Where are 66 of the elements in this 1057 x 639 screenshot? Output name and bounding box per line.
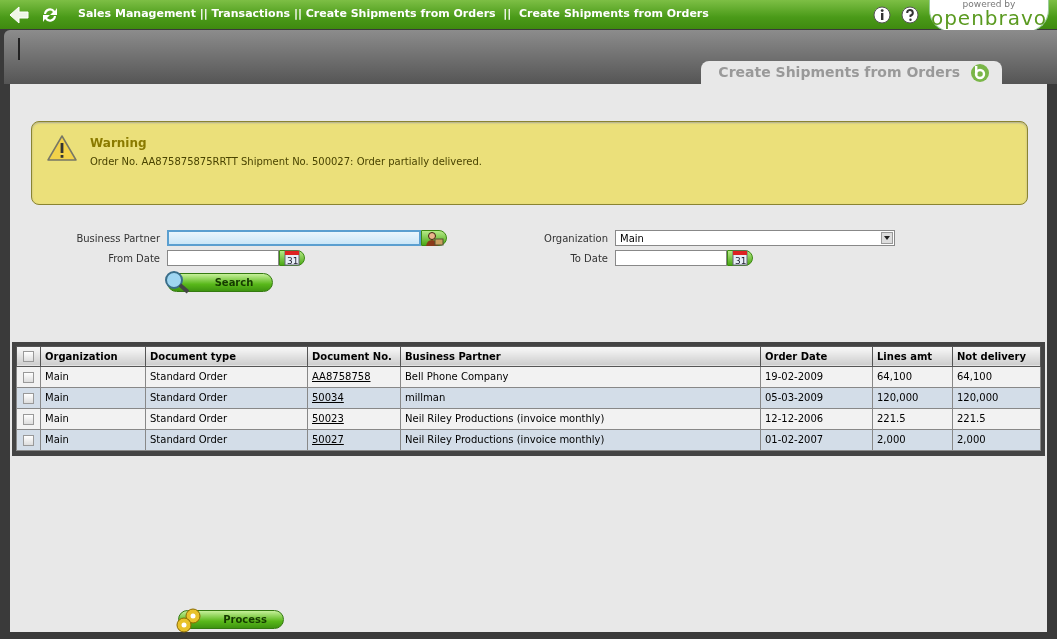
warning-text: Order No. AA875875875RRTT Shipment No. 500027: Order partially delivered. (90, 155, 482, 169)
table-cell: Neil Riley Productions (invoice monthly) (400, 408, 761, 430)
search-button[interactable]: Search (167, 272, 273, 292)
checkbox[interactable] (23, 351, 34, 363)
table-cell: 19-02-2009 (760, 366, 873, 388)
table-cell: Neil Riley Productions (invoice monthly) (400, 429, 761, 451)
table-cell: Main (40, 366, 146, 388)
business-partner-search-button[interactable] (421, 230, 447, 246)
from-date-field[interactable] (167, 250, 279, 266)
table-cell: Standard Order (145, 408, 308, 430)
table-cell: 12-12-2006 (760, 408, 873, 430)
table-cell: 120,000 (872, 387, 953, 409)
table-cell: 120,000 (952, 387, 1041, 409)
field-label: Organization (543, 231, 609, 246)
table-cell: Standard Order (145, 366, 308, 388)
checkbox[interactable] (23, 413, 34, 425)
table-cell: 64,100 (952, 366, 1041, 388)
table-cell: Bell Phone Company (400, 366, 761, 388)
table-cell: Standard Order (145, 429, 308, 451)
logo-tagline: powered by (962, 0, 1016, 9)
help-icon[interactable] (901, 5, 919, 24)
table-cell: 221.5 (952, 408, 1041, 430)
document-link[interactable]: 50023 (312, 413, 344, 425)
table-cell: 01-02-2007 (760, 429, 873, 451)
organization-dropdown[interactable]: Main (615, 230, 895, 246)
calendar-button[interactable]: 31 (727, 250, 753, 266)
search-icon (164, 269, 190, 294)
business-partner-field[interactable] (167, 230, 422, 246)
field-label: From Date (107, 251, 161, 266)
column-header[interactable]: Business Partner (400, 346, 761, 367)
column-header[interactable]: Organization (40, 346, 146, 367)
checkbox[interactable] (23, 371, 34, 383)
table-cell: 05-03-2009 (760, 387, 873, 409)
table-cell: Standard Order (145, 387, 308, 409)
column-header[interactable]: Document No. (307, 346, 401, 367)
table-cell: Main (40, 387, 146, 409)
warning-icon (46, 134, 78, 162)
field-label: To Date (569, 251, 609, 266)
table-cell: 221.5 (872, 408, 953, 430)
table-cell: Main (40, 429, 146, 451)
checkbox[interactable] (23, 434, 34, 446)
breadcrumb: Sales Management || Transactions || Create Shipments from Orders || Create Shipments from Orders (78, 6, 709, 23)
warning-title: Warning (90, 135, 148, 152)
column-header[interactable]: Lines amt (872, 346, 953, 367)
logo-wordmark: openbravo (930, 8, 1048, 28)
table-cell: 2,000 (952, 429, 1041, 451)
field-label: Business Partner (75, 231, 161, 246)
calendar-button[interactable]: 31 (279, 250, 305, 266)
logo-icon (970, 62, 990, 83)
checkbox[interactable] (23, 392, 34, 404)
table-cell: Main (40, 408, 146, 430)
column-header[interactable]: Order Date (760, 346, 873, 367)
document-link[interactable]: 50027 (312, 434, 344, 446)
table-cell: millman (400, 387, 761, 409)
document-link[interactable]: 50034 (312, 392, 344, 404)
table-cell: 2,000 (872, 429, 953, 451)
info-icon[interactable] (873, 5, 891, 24)
table-cell: 64,100 (872, 366, 953, 388)
person-with-briefcase-icon (424, 230, 445, 246)
calendar-icon: 31 (283, 250, 301, 266)
column-header[interactable]: Not delivery (952, 346, 1041, 367)
to-date-field[interactable] (615, 250, 727, 266)
back-arrow-icon[interactable] (8, 4, 30, 25)
calendar-icon: 31 (731, 250, 749, 266)
gears-icon (175, 607, 203, 633)
column-header[interactable]: Document type (145, 346, 308, 367)
